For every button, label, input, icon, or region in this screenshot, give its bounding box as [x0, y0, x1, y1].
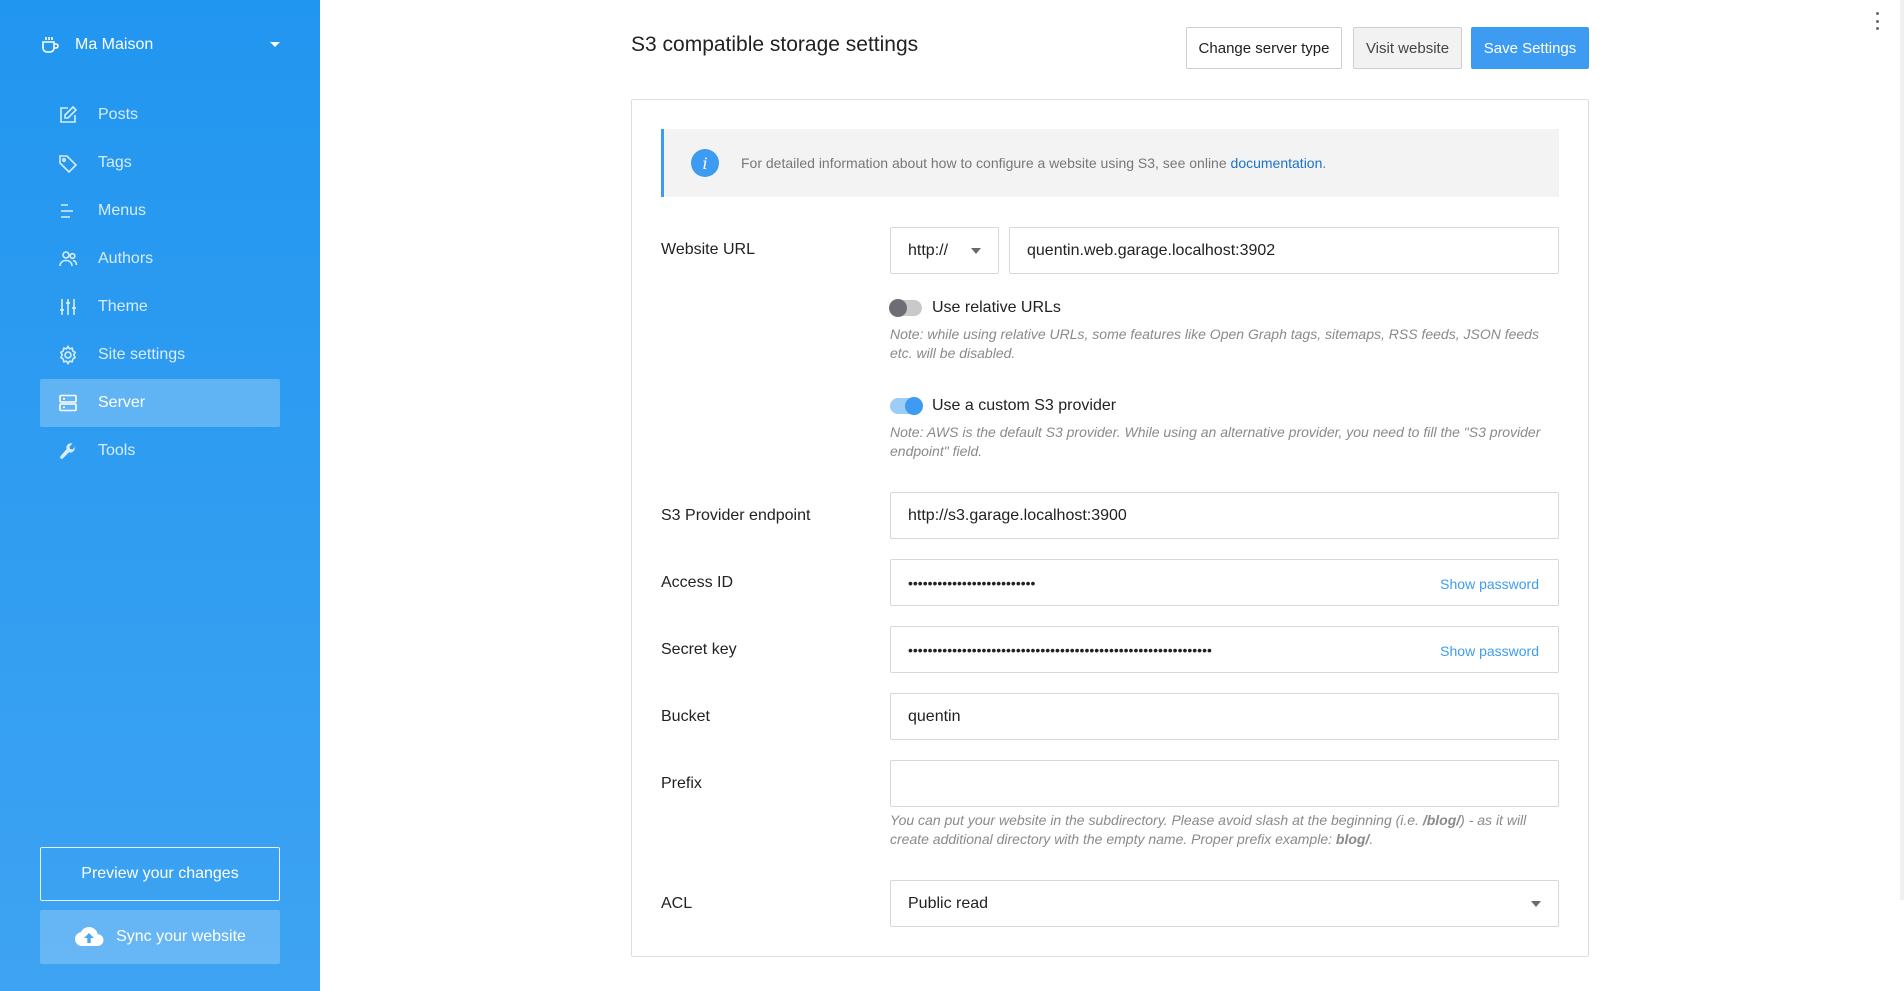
- sidebar-item-label: Theme: [98, 298, 148, 315]
- sidebar-item-label: Menus: [98, 202, 147, 219]
- acl-label: ACL: [661, 895, 693, 912]
- scrollbar[interactable]: [1900, 0, 1904, 900]
- sidebar-item-menus[interactable]: Menus: [40, 187, 280, 235]
- documentation-link[interactable]: documentation: [1231, 155, 1323, 171]
- sidebar: Ma Maison Posts Tags Menus Authors Theme…: [0, 0, 320, 991]
- sidebar-item-label: Tags: [98, 154, 132, 171]
- secret-key-value: ••••••••••••••••••••••••••••••••••••••••…: [908, 641, 1212, 658]
- relative-urls-toggle[interactable]: [889, 299, 922, 317]
- custom-provider-label: Use a custom S3 provider: [932, 397, 1117, 414]
- tag-icon: [59, 155, 78, 173]
- endpoint-input[interactable]: http://s3.garage.localhost:3900: [890, 492, 1559, 539]
- custom-provider-note: Note: AWS is the default S3 provider. Wh…: [890, 424, 1541, 459]
- sidebar-item-label: Site settings: [98, 346, 186, 363]
- sidebar-item-label: Tools: [98, 442, 136, 459]
- prefix-input[interactable]: [890, 760, 1559, 807]
- save-settings-button[interactable]: Save Settings: [1471, 27, 1589, 69]
- secret-key-label: Secret key: [661, 641, 737, 658]
- chevron-down-icon: [971, 248, 981, 254]
- info-box: i For detailed information about how to …: [661, 129, 1559, 197]
- coffee-cup-icon: [42, 37, 59, 53]
- sidebar-item-site-settings[interactable]: Site settings: [40, 331, 280, 379]
- sidebar-item-label: Authors: [98, 250, 154, 267]
- acl-value: Public read: [908, 894, 989, 912]
- server-icon: [59, 394, 77, 412]
- prefix-label: Prefix: [661, 775, 702, 792]
- custom-provider-toggle[interactable]: [890, 397, 923, 415]
- access-id-input[interactable]: •••••••••••••••••••••••••• Show password: [890, 559, 1559, 606]
- sidebar-item-authors[interactable]: Authors: [40, 235, 280, 283]
- preview-changes-button[interactable]: Preview your changes: [40, 847, 280, 901]
- show-password-link[interactable]: Show password: [1440, 576, 1539, 592]
- page-title: S3 compatible storage settings: [631, 33, 919, 56]
- gear-icon: [59, 345, 77, 365]
- sliders-icon: [60, 299, 76, 315]
- bucket-input[interactable]: quentin: [890, 693, 1559, 740]
- prefix-note: You can put your website in the subdirec…: [890, 812, 1527, 847]
- preview-changes-label: Preview your changes: [81, 865, 239, 882]
- menu-icon: [61, 204, 73, 218]
- sidebar-item-tags[interactable]: Tags: [40, 139, 280, 187]
- secret-key-input[interactable]: ••••••••••••••••••••••••••••••••••••••••…: [890, 626, 1559, 673]
- visit-website-button[interactable]: Visit website: [1353, 27, 1462, 69]
- relative-urls-label: Use relative URLs: [932, 299, 1061, 316]
- endpoint-label: S3 Provider endpoint: [661, 507, 811, 524]
- info-icon: i: [691, 149, 719, 177]
- cloud-upload-icon: [75, 927, 104, 946]
- edit-icon: [60, 105, 78, 123]
- bucket-label: Bucket: [661, 708, 710, 725]
- sidebar-item-server[interactable]: Server: [40, 379, 280, 427]
- custom-provider-row: Use a custom S3 provider: [890, 397, 1116, 415]
- sidebar-nav: Posts Tags Menus Authors Theme Site sett…: [40, 91, 280, 475]
- acl-select[interactable]: Public read: [890, 880, 1559, 927]
- relative-urls-row: Use relative URLs: [889, 299, 1061, 317]
- change-server-type-button[interactable]: Change server type: [1186, 27, 1342, 69]
- access-id-value: ••••••••••••••••••••••••••: [908, 574, 1036, 591]
- sync-website-label: Sync your website: [116, 928, 246, 945]
- sidebar-item-label: Posts: [98, 106, 139, 123]
- relative-urls-note: Note: while using relative URLs, some fe…: [890, 326, 1539, 361]
- protocol-value: http://: [908, 241, 949, 259]
- info-text: For detailed information about how to co…: [741, 155, 1327, 171]
- show-password-link[interactable]: Show password: [1440, 643, 1539, 659]
- website-url-label: Website URL: [661, 241, 755, 258]
- chevron-down-icon: [270, 42, 280, 47]
- sync-website-button[interactable]: Sync your website: [40, 910, 280, 964]
- sidebar-item-label: Server: [98, 394, 146, 411]
- website-url-input[interactable]: quentin.web.garage.localhost:3902: [1009, 227, 1559, 274]
- sidebar-item-posts[interactable]: Posts: [40, 91, 280, 139]
- protocol-select[interactable]: http://: [890, 227, 999, 274]
- bucket-value: quentin: [908, 707, 961, 725]
- site-switcher[interactable]: Ma Maison: [40, 30, 280, 60]
- sidebar-item-tools[interactable]: Tools: [40, 427, 280, 475]
- chevron-down-icon: [1531, 901, 1541, 907]
- access-id-label: Access ID: [661, 574, 734, 591]
- sidebar-item-theme[interactable]: Theme: [40, 283, 280, 331]
- users-icon: [59, 251, 78, 267]
- endpoint-value: http://s3.garage.localhost:3900: [908, 506, 1127, 524]
- wrench-icon: [60, 443, 76, 459]
- more-options-icon[interactable]: [1874, 12, 1880, 30]
- website-url-value: quentin.web.garage.localhost:3902: [1027, 241, 1276, 259]
- site-name: Ma Maison: [75, 36, 154, 53]
